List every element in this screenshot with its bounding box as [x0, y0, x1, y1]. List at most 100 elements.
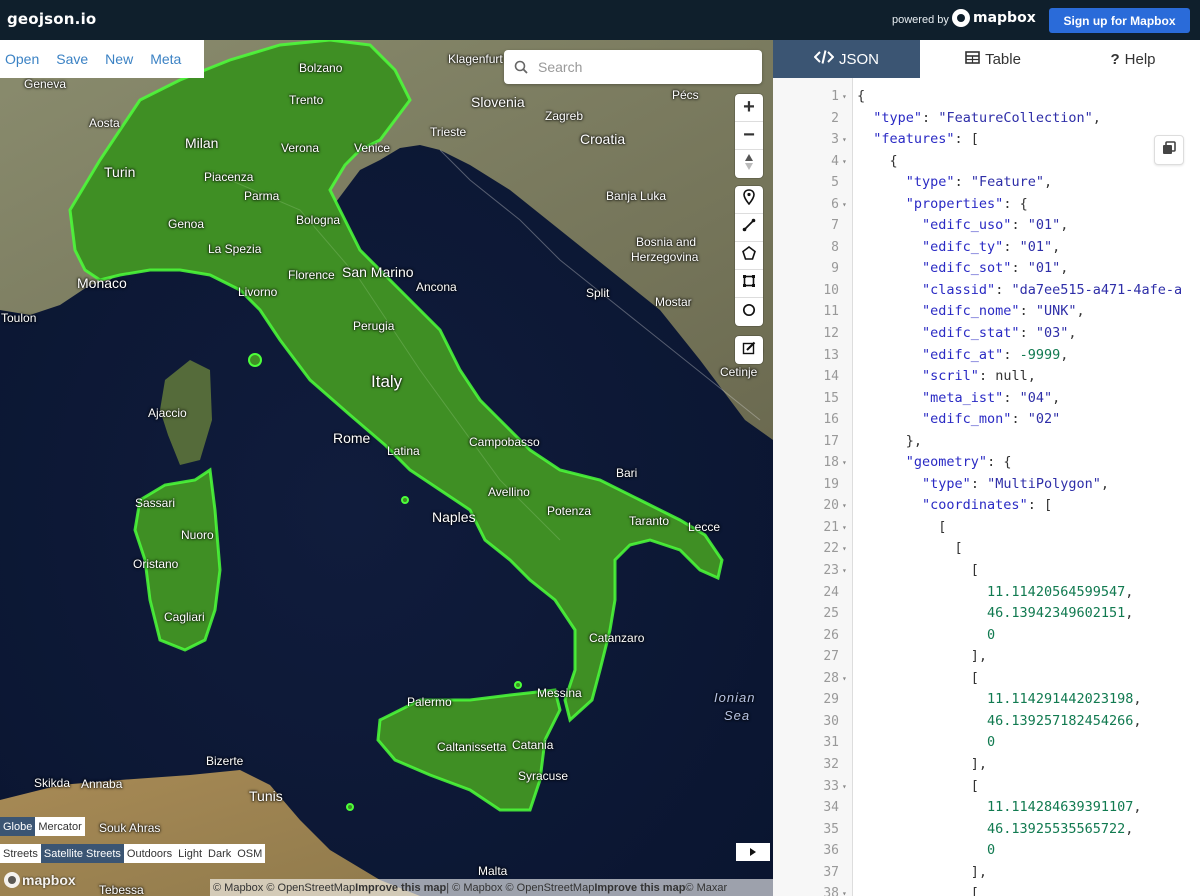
code-line[interactable]: 1 ▾ { — [773, 86, 1200, 108]
code-line[interactable]: 33 ▾ [ — [773, 776, 1200, 798]
json-editor[interactable]: 1 ▾{2 "type": "FeatureCollection", 3 ▾ "fea… — [773, 78, 1200, 896]
code-line[interactable]: 13 "edifc_at": -9999, — [773, 345, 1200, 367]
draw-circle-button[interactable] — [735, 298, 763, 326]
code-line[interactable]: 35 46.13925535565722, — [773, 819, 1200, 841]
line-number: 17 — [823, 433, 839, 449]
mapbox-logo[interactable]: mapbox — [952, 9, 1036, 27]
improve-map-link[interactable]: Improve this map — [594, 882, 685, 894]
code-line[interactable]: 29 11.114291442023198, — [773, 689, 1200, 711]
fold-caret-icon[interactable]: ▾ — [842, 129, 847, 151]
code-line[interactable]: 23 ▾ [ — [773, 560, 1200, 582]
map-canvas[interactable]: Geneva Aosta Milan Turin Genoa Monaco To… — [0, 40, 773, 896]
code-line[interactable]: 9 "edifc_sot": "01", — [773, 258, 1200, 280]
menu-new[interactable]: New — [105, 51, 133, 67]
code-line[interactable]: 17 }, — [773, 431, 1200, 453]
code-token: "type" — [873, 109, 923, 126]
zoom-in-button[interactable]: + — [735, 94, 763, 122]
code-line[interactable]: 31 0 — [773, 732, 1200, 754]
map-label: Campobasso — [469, 435, 540, 449]
code-line[interactable]: 28 ▾ [ — [773, 668, 1200, 690]
attribution-text[interactable]: | © Mapbox © OpenStreetMap — [446, 882, 594, 894]
map-label: Trento — [289, 93, 324, 107]
fold-caret-icon[interactable]: ▾ — [842, 495, 847, 517]
code-line[interactable]: 14 "scril": null, — [773, 366, 1200, 388]
compass-button[interactable] — [735, 150, 763, 178]
code-line[interactable]: 36 0 — [773, 840, 1200, 862]
projection-mercator[interactable]: Mercator — [35, 817, 85, 836]
search-input[interactable] — [538, 59, 748, 75]
code-line[interactable]: 30 46.139257182454266, — [773, 711, 1200, 733]
style-osm[interactable]: OSM — [234, 844, 266, 863]
code-line[interactable]: 34 11.114284639391107, — [773, 797, 1200, 819]
improve-map-link[interactable]: Improve this map — [355, 882, 446, 894]
draw-rectangle-button[interactable] — [735, 270, 763, 298]
code-line[interactable]: 5 "type": "Feature", — [773, 172, 1200, 194]
style-streets[interactable]: Streets — [0, 844, 41, 863]
top-bar: geojson.io powered by mapbox Sign up for… — [0, 0, 1200, 40]
fold-caret-icon[interactable]: ▾ — [842, 560, 847, 582]
style-dark[interactable]: Dark — [205, 844, 235, 863]
code-line[interactable]: 16 "edifc_mon": "02" — [773, 409, 1200, 431]
fold-caret-icon[interactable]: ▾ — [842, 668, 847, 690]
code-line[interactable]: 24 11.11420564599547, — [773, 582, 1200, 604]
code-line[interactable]: 15 "meta_ist": "04", — [773, 388, 1200, 410]
tab-table[interactable]: Table — [920, 40, 1066, 78]
code-line[interactable]: 7 "edifc_uso": "01", — [773, 215, 1200, 237]
copy-button[interactable] — [1154, 135, 1184, 165]
tab-json[interactable]: JSON — [773, 40, 920, 78]
fold-caret-icon[interactable]: ▾ — [842, 86, 847, 108]
draw-marker-button[interactable] — [735, 186, 763, 214]
menu-open[interactable]: Open — [5, 51, 39, 67]
collapse-pane-button[interactable] — [736, 843, 770, 861]
code-line[interactable]: 20 ▾ "coordinates": [ — [773, 495, 1200, 517]
code-line[interactable]: 18 ▾ "geometry": { — [773, 452, 1200, 474]
code-line[interactable]: 10 "classid": "da7ee515-a471-4afe-a — [773, 280, 1200, 302]
code-text: 11.114284639391107, — [857, 797, 1141, 819]
code-line[interactable]: 21 ▾ [ — [773, 517, 1200, 539]
code-line[interactable]: 4 ▾ { — [773, 151, 1200, 173]
code-line[interactable]: 38 ▾ [ — [773, 883, 1200, 896]
code-line[interactable]: 3 ▾ "features": [ — [773, 129, 1200, 151]
code-line[interactable]: 12 "edifc_stat": "03", — [773, 323, 1200, 345]
fold-caret-icon[interactable]: ▾ — [842, 538, 847, 560]
code-line[interactable]: 26 0 — [773, 625, 1200, 647]
style-light[interactable]: Light — [175, 844, 206, 863]
projection-globe[interactable]: Globe — [0, 817, 36, 836]
code-line[interactable]: 22 ▾ [ — [773, 538, 1200, 560]
tab-help[interactable]: ? Help — [1066, 40, 1200, 78]
code-line[interactable]: 25 46.13942349602151, — [773, 603, 1200, 625]
style-outdoors[interactable]: Outdoors — [123, 844, 176, 863]
zoom-out-button[interactable]: − — [735, 122, 763, 150]
fold-caret-icon[interactable]: ▾ — [842, 883, 847, 896]
fold-caret-icon[interactable]: ▾ — [842, 517, 847, 539]
fold-caret-icon[interactable]: ▾ — [842, 151, 847, 173]
code-line[interactable]: 37 ], — [773, 862, 1200, 884]
edit-button[interactable] — [735, 336, 763, 364]
menu-save[interactable]: Save — [56, 51, 88, 67]
code-line[interactable]: 2 "type": "FeatureCollection", — [773, 108, 1200, 130]
draw-polygon-button[interactable] — [735, 242, 763, 270]
app-logo[interactable]: geojson.io — [7, 10, 96, 28]
code-line[interactable]: 27 ], — [773, 646, 1200, 668]
code-token: { — [857, 88, 866, 104]
attribution-text[interactable]: © Mapbox © OpenStreetMap — [213, 882, 355, 894]
menu-meta[interactable]: Meta — [150, 51, 181, 67]
draw-line-button[interactable] — [735, 214, 763, 242]
style-satellite-streets[interactable]: Satellite Streets — [40, 844, 124, 863]
fold-caret-icon[interactable]: ▾ — [842, 776, 847, 798]
code-line[interactable]: 8 "edifc_ty": "01", — [773, 237, 1200, 259]
map-label: Sassari — [135, 496, 176, 510]
code-line[interactable]: 32 ], — [773, 754, 1200, 776]
fold-caret-icon[interactable]: ▾ — [842, 452, 847, 474]
code-line[interactable]: 6 ▾ "properties": { — [773, 194, 1200, 216]
code-line[interactable]: 11 "edifc_nome": "UNK", — [773, 301, 1200, 323]
attribution-text[interactable]: © Maxar — [685, 882, 727, 894]
mapbox-watermark[interactable]: mapbox — [4, 872, 76, 888]
code-line[interactable]: 19 "type": "MultiPolygon", — [773, 474, 1200, 496]
mapbox-wordmark: mapbox — [973, 10, 1036, 26]
fold-caret-icon[interactable]: ▾ — [842, 194, 847, 216]
code-token: , — [1060, 346, 1069, 363]
signup-button[interactable]: Sign up for Mapbox — [1049, 8, 1190, 33]
